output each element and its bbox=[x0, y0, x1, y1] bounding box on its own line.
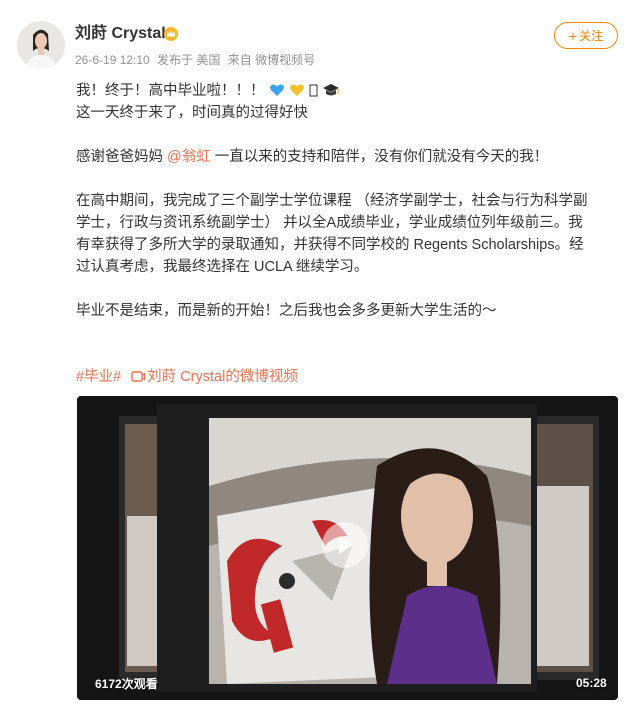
follow-button[interactable]: + 关注 bbox=[554, 22, 618, 49]
graduation-cap-icon bbox=[322, 84, 339, 96]
thanks-suffix: 一直以来的支持和陪伴，没有你们就没有今天的我！ bbox=[210, 149, 549, 165]
post-school-line-3: 有幸获得了多所大学的录取通知，并获得不同学校的 Regents Scholars… bbox=[76, 237, 584, 253]
video-view-count: 6172次观看 bbox=[95, 677, 158, 691]
post-body: 我！终于！高中毕业啦！！！ 这一天终于来了，时间真的过得好快 感谢爸爸妈妈 @翁… bbox=[76, 80, 616, 322]
avatar[interactable] bbox=[17, 21, 65, 69]
post-school-line-1: 在高中期间，我完成了三个副学士学位课程 （经济学副学士，社会与行为科学副 bbox=[76, 193, 588, 209]
plus-icon: + bbox=[568, 27, 578, 44]
post-line-1: 我！终于！高中毕业啦！！！ bbox=[76, 80, 616, 102]
video-duration: 05:28 bbox=[576, 676, 607, 690]
post-line-1-text: 我！终于！高中毕业啦！！！ bbox=[76, 83, 265, 99]
blue-heart-icon bbox=[269, 84, 284, 96]
topic-links: #毕业# 刘莳 Crystal的微博视频 bbox=[76, 366, 298, 388]
post-source[interactable]: 来自 微博视频号 bbox=[228, 53, 315, 67]
post-school-line-2: 学士，行政与资讯系统副学士） 并以全A成绩毕业，学业成绩位列年级前三。我 bbox=[76, 215, 583, 231]
missing-glyph-icon bbox=[309, 84, 318, 97]
post-closing: 毕业不是结束，而是新的开始！之后我也会多多更新大学生活的～ bbox=[76, 303, 497, 319]
video-source-link[interactable]: 刘莳 Crystal的微博视频 bbox=[147, 369, 298, 385]
hashtag-link[interactable]: #毕业# bbox=[76, 369, 121, 385]
play-icon bbox=[339, 536, 353, 554]
yellow-heart-icon bbox=[289, 84, 304, 96]
post-thanks: 感谢爸爸妈妈 @翁虹 一直以来的支持和陪伴，没有你们就没有今天的我！ bbox=[76, 146, 616, 168]
post-line-2: 这一天终于来了，时间真的过得好快 bbox=[76, 105, 308, 121]
follow-button-label: 关注 bbox=[579, 29, 604, 43]
play-button[interactable] bbox=[322, 522, 368, 568]
post-school-line-4: 过认真考虑，我最终选择在 UCLA 继续学习。 bbox=[76, 259, 369, 275]
thanks-prefix: 感谢爸爸妈妈 bbox=[76, 149, 168, 165]
post-timestamp[interactable]: 26-6-19 12:10 bbox=[75, 53, 150, 67]
post-location: 发布于 美国 bbox=[157, 53, 221, 67]
mention-link[interactable]: @翁虹 bbox=[167, 149, 211, 165]
video-link-icon bbox=[131, 371, 146, 382]
post-meta: 26-6-19 12:10 发布于 美国 来自 微博视频号 bbox=[75, 52, 319, 68]
author-name[interactable]: 刘莳 Crystal bbox=[75, 24, 166, 44]
gold-crown-icon bbox=[164, 27, 178, 41]
